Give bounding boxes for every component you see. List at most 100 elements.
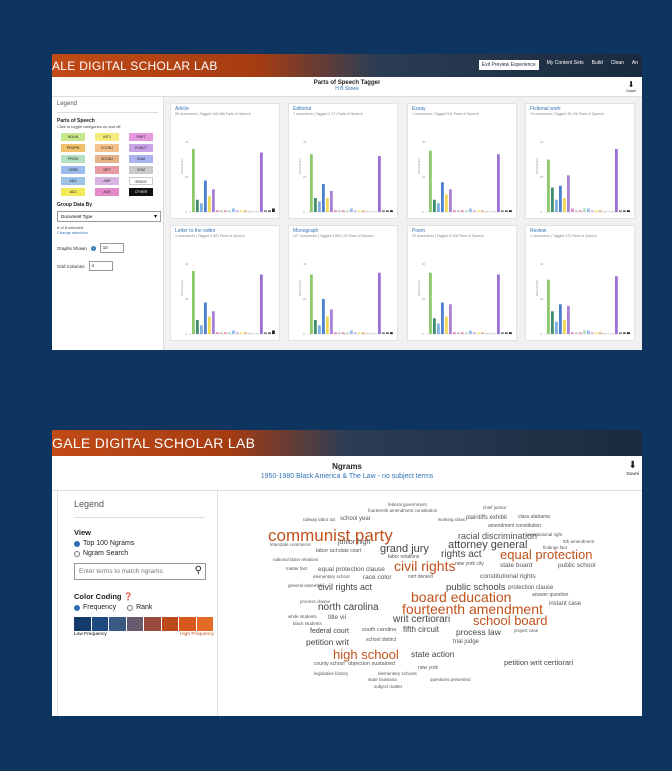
pos-tag-chip[interactable]: ADV bbox=[61, 177, 85, 185]
bar[interactable] bbox=[429, 150, 432, 212]
bar[interactable] bbox=[627, 210, 630, 212]
nav-clean[interactable]: Clean bbox=[611, 60, 624, 70]
bar[interactable] bbox=[354, 332, 357, 334]
ngram-word[interactable]: county school bbox=[314, 662, 345, 667]
bar[interactable] bbox=[272, 330, 275, 335]
bar[interactable] bbox=[489, 333, 492, 334]
bar[interactable] bbox=[485, 333, 488, 334]
bar[interactable] bbox=[485, 211, 488, 212]
bar[interactable] bbox=[619, 332, 622, 334]
ngram-word[interactable]: school district bbox=[366, 638, 396, 643]
bar[interactable] bbox=[469, 208, 472, 213]
bar[interactable] bbox=[248, 211, 251, 212]
ngram-word[interactable]: new york bbox=[418, 666, 438, 671]
bar[interactable] bbox=[204, 302, 207, 335]
pos-tag-chip[interactable]: PUNCT bbox=[129, 144, 153, 152]
bar[interactable] bbox=[509, 332, 512, 334]
search-icon[interactable]: ⚲ bbox=[195, 565, 202, 576]
bar[interactable] bbox=[240, 332, 243, 334]
pos-tag-chip[interactable]: NOUN bbox=[61, 133, 85, 141]
bar[interactable] bbox=[607, 211, 610, 212]
ngram-word[interactable]: petition writ certiorari bbox=[504, 659, 573, 667]
ngram-word[interactable]: national labor relations bbox=[273, 557, 318, 563]
bar[interactable] bbox=[627, 332, 630, 334]
pos-tag-chip[interactable]: OTHER bbox=[129, 188, 153, 196]
bar[interactable] bbox=[469, 330, 472, 335]
bar[interactable] bbox=[501, 210, 504, 212]
bar[interactable] bbox=[551, 187, 554, 213]
bar[interactable] bbox=[310, 154, 313, 212]
bar[interactable] bbox=[555, 199, 558, 212]
bar[interactable] bbox=[268, 332, 271, 334]
bar[interactable] bbox=[260, 152, 263, 213]
ngram-word[interactable]: south carolina bbox=[362, 627, 396, 634]
bar[interactable] bbox=[264, 332, 267, 334]
bar[interactable] bbox=[386, 210, 389, 212]
bar[interactable] bbox=[449, 189, 452, 212]
bar[interactable] bbox=[314, 320, 317, 334]
ngram-word[interactable]: project case bbox=[514, 628, 538, 634]
bar[interactable] bbox=[390, 332, 393, 334]
ngram-word[interactable]: equal protection bbox=[500, 548, 593, 561]
bar[interactable] bbox=[615, 149, 618, 212]
ngram-word[interactable]: trial judge bbox=[453, 639, 479, 645]
ngram-word[interactable]: state louisiana bbox=[368, 677, 397, 683]
bar[interactable] bbox=[322, 299, 325, 334]
bar[interactable] bbox=[579, 332, 582, 334]
bar[interactable] bbox=[366, 211, 369, 212]
bar[interactable] bbox=[370, 333, 373, 334]
bar[interactable] bbox=[366, 333, 369, 334]
ngram-search-input[interactable]: Enter terms to match ngrams ⚲ bbox=[74, 563, 206, 580]
ngram-word[interactable]: railway labor act bbox=[303, 517, 336, 523]
bar[interactable] bbox=[386, 332, 389, 334]
ngram-word[interactable]: answer question bbox=[532, 593, 568, 598]
bar[interactable] bbox=[477, 332, 480, 334]
group-by-select[interactable]: Document Type bbox=[57, 211, 161, 222]
bar[interactable] bbox=[378, 156, 381, 212]
ngram-word[interactable]: public school bbox=[558, 562, 596, 570]
content-set-link[interactable]: 1950-1980 Black America & The Law - no s… bbox=[52, 473, 642, 480]
bar[interactable] bbox=[477, 210, 480, 212]
ngram-word[interactable]: state action bbox=[411, 650, 454, 659]
bar[interactable] bbox=[587, 330, 590, 335]
bar[interactable] bbox=[318, 325, 321, 334]
bar[interactable] bbox=[350, 208, 353, 213]
bar[interactable] bbox=[204, 180, 207, 213]
bar[interactable] bbox=[623, 210, 626, 212]
ngram-word[interactable]: chief justice bbox=[483, 505, 507, 511]
bar[interactable] bbox=[196, 320, 199, 334]
ngram-word[interactable]: black students bbox=[293, 621, 322, 627]
bar[interactable] bbox=[228, 332, 231, 334]
bar[interactable] bbox=[334, 210, 337, 212]
bar[interactable] bbox=[342, 332, 345, 334]
bar[interactable] bbox=[457, 210, 460, 212]
ngram-word[interactable]: matter fact bbox=[286, 566, 307, 572]
bar[interactable] bbox=[220, 210, 223, 212]
bar[interactable] bbox=[208, 196, 211, 212]
ngram-word[interactable]: amendment constitution bbox=[488, 524, 541, 529]
bar[interactable] bbox=[228, 210, 231, 212]
bar[interactable] bbox=[346, 210, 349, 212]
bar[interactable] bbox=[547, 279, 550, 334]
bar[interactable] bbox=[358, 332, 361, 334]
bar[interactable] bbox=[437, 323, 440, 335]
bar[interactable] bbox=[599, 332, 602, 334]
ngram-word[interactable]: north carolina bbox=[318, 603, 379, 613]
bar[interactable] bbox=[212, 311, 215, 334]
ngram-word[interactable]: title vii bbox=[328, 614, 346, 622]
info-icon[interactable]: ? bbox=[90, 245, 96, 251]
ngram-word[interactable]: class alabama bbox=[518, 515, 550, 520]
pos-tag-chip[interactable]: SPACE bbox=[129, 177, 153, 185]
bar[interactable] bbox=[501, 332, 504, 334]
bar[interactable] bbox=[551, 311, 554, 334]
bar[interactable] bbox=[445, 316, 448, 335]
pos-tag-chip[interactable]: PRON bbox=[61, 155, 85, 163]
bar[interactable] bbox=[615, 276, 618, 334]
bar[interactable] bbox=[599, 210, 602, 212]
bar[interactable] bbox=[354, 210, 357, 212]
bar[interactable] bbox=[334, 332, 337, 334]
bar[interactable] bbox=[603, 211, 606, 212]
bar[interactable] bbox=[445, 194, 448, 213]
bar[interactable] bbox=[192, 149, 195, 212]
bar[interactable] bbox=[583, 208, 586, 213]
